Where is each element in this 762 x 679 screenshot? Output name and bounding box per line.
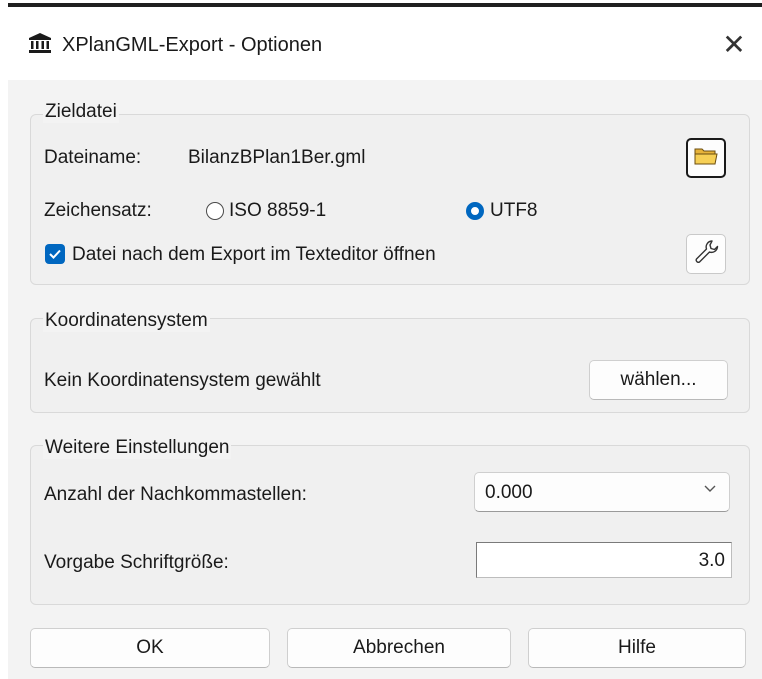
close-icon: ✕ [722,28,746,60]
group-label-koordinatensystem: Koordinatensystem [43,310,210,332]
radio-iso-8859-1[interactable] [206,202,224,220]
group-label-weitere-einstellungen: Weitere Einstellungen [43,437,232,459]
fontsize-input-value: 3.0 [698,550,725,571]
browse-file-button[interactable] [686,138,726,178]
wrench-icon [693,239,719,270]
ok-button[interactable]: OK [30,628,270,668]
radio-utf8[interactable] [466,202,484,220]
building-columns-icon [28,32,52,54]
cancel-button[interactable]: Abbrechen [287,628,511,668]
folder-icon [694,146,718,171]
window-top-edge [0,0,762,8]
fontsize-input[interactable]: 3.0 [476,542,732,578]
decimals-select-value: 0.000 [485,482,533,503]
export-options-dialog: XPlanGML-Export - Optionen ✕ Zieldatei D… [0,0,762,679]
open-editor-label[interactable]: Datei nach dem Export im Texteditor öffn… [72,244,436,266]
editor-settings-button[interactable] [686,234,726,274]
group-label-zieldatei: Zieldatei [43,101,119,123]
group-weitere-einstellungen [30,445,750,605]
window-left-edge [0,0,8,679]
radio-utf8-label[interactable]: UTF8 [490,200,538,222]
charset-label: Zeichensatz: [44,200,152,221]
filename-label: Dateiname: [44,147,142,168]
crs-status-text: Kein Koordinatensystem gewählt [44,370,321,391]
decimals-select[interactable]: 0.000 [474,472,730,512]
decimals-label: Anzahl der Nachkommastellen: [44,484,307,505]
close-button[interactable]: ✕ [710,20,758,68]
window-title: XPlanGML-Export - Optionen [62,34,323,56]
fontsize-label: Vorgabe Schriftgröße: [44,552,229,573]
filename-value: BilanzBPlan1Ber.gml [188,147,366,168]
help-button[interactable]: Hilfe [528,628,746,668]
open-editor-checkbox[interactable] [45,244,65,264]
chevron-down-icon [703,481,717,500]
radio-iso-8859-1-label[interactable]: ISO 8859-1 [229,200,326,222]
choose-crs-button[interactable]: wählen... [589,360,728,400]
